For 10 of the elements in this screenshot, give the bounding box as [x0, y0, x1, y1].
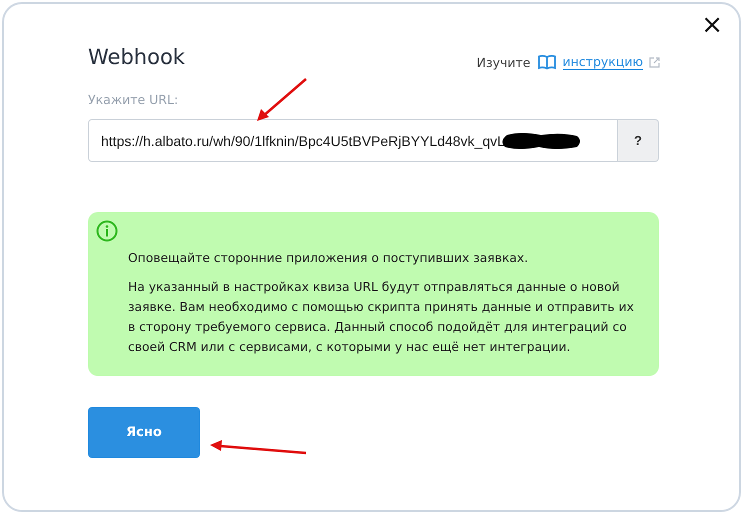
help-button[interactable]: ? [618, 119, 659, 162]
info-paragraph: Оповещайте сторонние приложения о поступивших заявках. [128, 250, 530, 267]
close-button[interactable]: × [699, 12, 725, 38]
field-label: Укажите URL: [88, 92, 180, 107]
dialog-title: Webhook [88, 45, 185, 69]
guide-text: Изучите [476, 54, 530, 70]
external-link-icon [649, 56, 660, 68]
book-icon [536, 54, 556, 70]
info-icon [96, 220, 118, 242]
info-paragraph: На указанный в настройках квиза URL будут отправляться данные о новой заявке. Вам необходимо с помощью скрипта принять данные и отправить их в сторону требуемого сервиса. Данный способ подойдёт для интеграций со своей CRM или с сервисами, с которыми у нас ещё нет интеграции. [128, 279, 635, 356]
